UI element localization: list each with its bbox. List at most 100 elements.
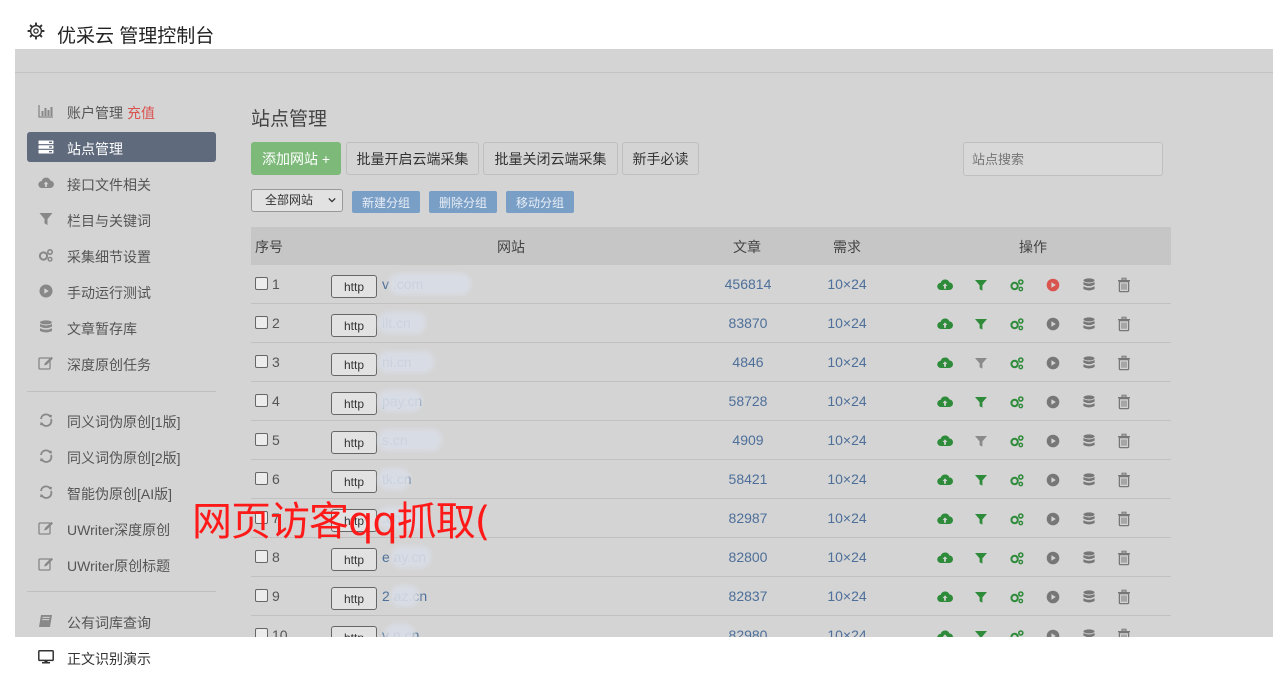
protocol-button[interactable]: http [331, 548, 377, 571]
cloud-upload-icon[interactable] [937, 550, 954, 566]
article-count[interactable]: 456814 [723, 276, 773, 292]
row-checkbox[interactable] [255, 472, 268, 485]
demand-value[interactable]: 10×24 [819, 588, 875, 604]
cloud-upload-icon[interactable] [937, 355, 954, 371]
filter-icon[interactable] [973, 277, 989, 293]
trash-icon[interactable] [1116, 394, 1132, 410]
database-icon[interactable] [1081, 316, 1097, 332]
play-circle-icon[interactable] [1045, 550, 1061, 566]
protocol-button[interactable]: http [331, 587, 377, 610]
filter-icon[interactable] [973, 472, 989, 488]
trash-icon[interactable] [1116, 550, 1132, 566]
sidebar-item-2[interactable]: 接口文件相关 [27, 168, 216, 198]
sidebar-item-8[interactable]: 同义词伪原创[1版] [27, 405, 216, 435]
cloud-upload-icon[interactable] [937, 316, 954, 332]
cogs-icon[interactable] [1009, 511, 1025, 527]
demand-value[interactable]: 10×24 [819, 315, 875, 331]
filter-icon[interactable] [973, 433, 989, 449]
play-circle-icon[interactable] [1045, 589, 1061, 605]
cloud-upload-icon[interactable] [937, 511, 954, 527]
sidebar-item-9[interactable]: 同义词伪原创[2版] [27, 441, 216, 471]
trash-icon[interactable] [1116, 277, 1132, 293]
database-icon[interactable] [1081, 511, 1097, 527]
sidebar-item-1[interactable]: 站点管理 [27, 132, 216, 162]
demand-value[interactable]: 10×24 [819, 354, 875, 370]
article-count[interactable]: 58421 [723, 471, 773, 487]
batch-enable-cloud-button[interactable]: 批量开启云端采集 [346, 142, 479, 175]
demand-value[interactable]: 10×24 [819, 432, 875, 448]
move-group-button[interactable]: 移动分组 [506, 191, 574, 213]
protocol-button[interactable]: http [331, 275, 377, 298]
database-icon[interactable] [1081, 433, 1097, 449]
row-checkbox[interactable] [255, 316, 268, 329]
demand-value[interactable]: 10×24 [819, 471, 875, 487]
cogs-icon[interactable] [1009, 433, 1025, 449]
cogs-icon[interactable] [1009, 277, 1025, 293]
group-select[interactable]: 全部网站 [251, 189, 343, 212]
play-circle-icon[interactable] [1045, 277, 1061, 293]
sidebar-item-0[interactable]: 账户管理 充值 [27, 96, 216, 126]
demand-value[interactable]: 10×24 [819, 549, 875, 565]
cogs-icon[interactable] [1009, 355, 1025, 371]
protocol-button[interactable]: http [331, 431, 377, 454]
delete-group-button[interactable]: 删除分组 [429, 191, 497, 213]
filter-icon[interactable] [973, 511, 989, 527]
protocol-button[interactable]: http [331, 392, 377, 415]
cogs-icon[interactable] [1009, 394, 1025, 410]
play-circle-icon[interactable] [1045, 511, 1061, 527]
sidebar-item-4[interactable]: 采集细节设置 [27, 240, 216, 270]
cogs-icon[interactable] [1009, 472, 1025, 488]
trash-icon[interactable] [1116, 355, 1132, 371]
article-count[interactable]: 4846 [723, 354, 773, 370]
article-count[interactable]: 82800 [723, 549, 773, 565]
row-checkbox[interactable] [255, 433, 268, 446]
play-circle-icon[interactable] [1045, 316, 1061, 332]
filter-icon[interactable] [973, 316, 989, 332]
sidebar-item-13[interactable]: 公有词库查询 [27, 606, 216, 636]
site-search-input[interactable] [963, 142, 1163, 176]
cogs-icon[interactable] [1009, 316, 1025, 332]
filter-icon[interactable] [973, 394, 989, 410]
row-checkbox[interactable] [255, 394, 268, 407]
trash-icon[interactable] [1116, 589, 1132, 605]
sidebar-item-5[interactable]: 手动运行测试 [27, 276, 216, 306]
row-checkbox[interactable] [255, 589, 268, 602]
add-site-button[interactable]: 添加网站 + [251, 142, 341, 175]
sidebar-item-6[interactable]: 文章暂存库 [27, 312, 216, 342]
article-count[interactable]: 58728 [723, 393, 773, 409]
cloud-upload-icon[interactable] [937, 472, 954, 488]
demand-value[interactable]: 10×24 [819, 510, 875, 526]
cloud-upload-icon[interactable] [937, 277, 954, 293]
trash-icon[interactable] [1116, 472, 1132, 488]
sidebar-item-12[interactable]: UWriter原创标题 [27, 549, 216, 579]
database-icon[interactable] [1081, 355, 1097, 371]
sidebar-item-14[interactable]: 正文识别演示 [27, 642, 216, 672]
batch-disable-cloud-button[interactable]: 批量关闭云端采集 [483, 142, 618, 175]
row-checkbox[interactable] [255, 355, 268, 368]
database-icon[interactable] [1081, 277, 1097, 293]
database-icon[interactable] [1081, 550, 1097, 566]
trash-icon[interactable] [1116, 433, 1132, 449]
play-circle-icon[interactable] [1045, 355, 1061, 371]
beginner-guide-button[interactable]: 新手必读 [622, 142, 699, 175]
new-group-button[interactable]: 新建分组 [352, 191, 420, 213]
trash-icon[interactable] [1116, 316, 1132, 332]
sidebar-item-10[interactable]: 智能伪原创[AI版] [27, 477, 216, 507]
protocol-button[interactable]: http [331, 353, 377, 376]
cloud-upload-icon[interactable] [937, 394, 954, 410]
database-icon[interactable] [1081, 589, 1097, 605]
cogs-icon[interactable] [1009, 550, 1025, 566]
trash-icon[interactable] [1116, 511, 1132, 527]
play-circle-icon[interactable] [1045, 394, 1061, 410]
recharge-link[interactable]: 充值 [127, 105, 155, 121]
demand-value[interactable]: 10×24 [819, 276, 875, 292]
database-icon[interactable] [1081, 472, 1097, 488]
filter-icon[interactable] [973, 355, 989, 371]
sidebar-item-3[interactable]: 栏目与关键词 [27, 204, 216, 234]
cloud-upload-icon[interactable] [937, 433, 954, 449]
database-icon[interactable] [1081, 394, 1097, 410]
filter-icon[interactable] [973, 589, 989, 605]
cloud-upload-icon[interactable] [937, 589, 954, 605]
play-circle-icon[interactable] [1045, 472, 1061, 488]
protocol-button[interactable]: http [331, 314, 377, 337]
